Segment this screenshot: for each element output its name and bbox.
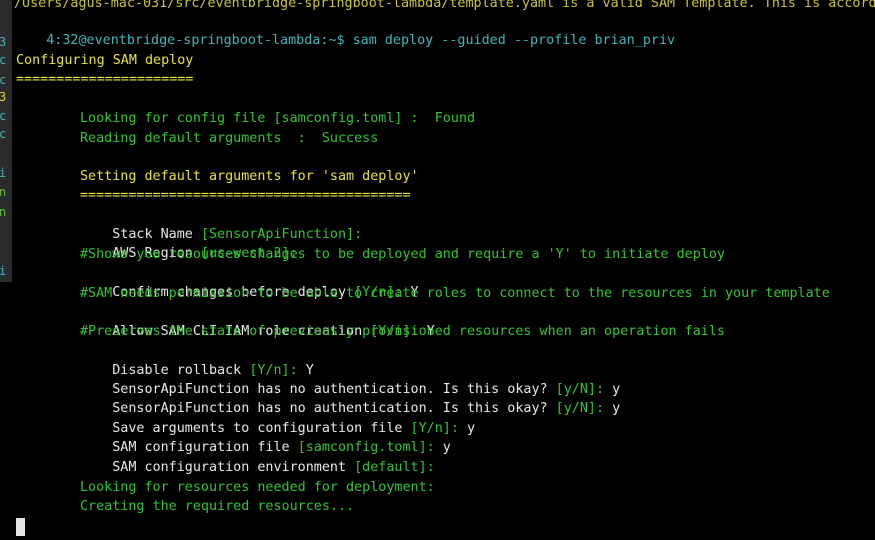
setting-defaults-heading: Setting default arguments for 'sam deplo… <box>80 169 419 184</box>
config-underline: ====================== <box>16 72 194 87</box>
prompt-no-auth-2: SensorApiFunction has no authentication.… <box>80 380 620 416</box>
comment-rollback: #Preserves the state of previously provi… <box>80 324 725 339</box>
shell-prompt: 4:32@eventbridge-springboot-lambda:~$ <box>46 33 353 49</box>
edge-fragment: i <box>0 264 7 278</box>
terminal-window[interactable]: 3 c c 3 c c i n n i /Users/agus-mac-031/… <box>0 0 875 540</box>
prompt-confirm-changes: Confirm changes before deploy [Y/n]: Y <box>80 264 418 300</box>
prompt-save-arguments: Save arguments to configuration file [Y/… <box>80 400 475 436</box>
edge-fragment: c <box>0 73 7 87</box>
edge-fragment: c <box>0 127 7 141</box>
resources-lookup-status: Looking for resources needed for deploym… <box>80 480 435 495</box>
edge-fragment: n <box>0 205 7 219</box>
prompt-hint: [default]: <box>354 460 435 476</box>
setting-defaults-underline: ========================================… <box>80 188 411 203</box>
prompt-label: SAM configuration environment <box>112 460 355 476</box>
entered-command: sam deploy --guided --profile brian_priv <box>352 33 676 49</box>
prompt-stack-name: Stack Name [SensorApiFunction]: <box>80 206 362 242</box>
edge-fragment: n <box>0 185 7 199</box>
edge-fragment: 3 <box>0 90 7 104</box>
edge-fragment: c <box>0 109 7 123</box>
prompt-answer: y <box>458 421 476 437</box>
prompt-config-environment: SAM configuration environment [default]: <box>80 439 434 475</box>
prompt-answer: y <box>604 401 621 417</box>
comment-iam-role: #SAM needs permission to be able to crea… <box>80 286 830 301</box>
background-window-edge: 3 c c 3 c c i n n i <box>0 0 12 282</box>
prompt-no-auth-1: SensorApiFunction has no authentication.… <box>80 361 620 397</box>
prompt-hint: [y/N]: <box>555 401 605 417</box>
prompt-config-file: SAM configuration file [samconfig.toml]:… <box>80 419 451 455</box>
default-args-status: Reading default arguments : Success <box>80 131 379 146</box>
edge-fragment: i <box>0 166 7 180</box>
edge-fragment: c <box>0 53 7 67</box>
prompt-line: 4:32@eventbridge-springboot-lambda:~$ sa… <box>14 12 675 48</box>
prompt-disable-rollback: Disable rollback [Y/n]: Y <box>80 342 314 378</box>
comment-confirm-changes: #Shows you resources changes to be deplo… <box>80 247 725 262</box>
config-file-status: Looking for config file [samconfig.toml]… <box>80 111 476 126</box>
edge-fragment: 3 <box>0 35 7 49</box>
prompt-aws-region: AWS Region [us-west-2]: <box>80 225 297 261</box>
text-cursor <box>16 518 25 536</box>
config-title: Configuring SAM deploy <box>16 53 194 68</box>
prompt-iam-role: Allow SAM CLI IAM role creation [Y/n]: Y <box>80 303 434 339</box>
prompt-answer: y <box>434 440 451 456</box>
resources-creating-status: Creating the required resources... <box>80 499 355 514</box>
